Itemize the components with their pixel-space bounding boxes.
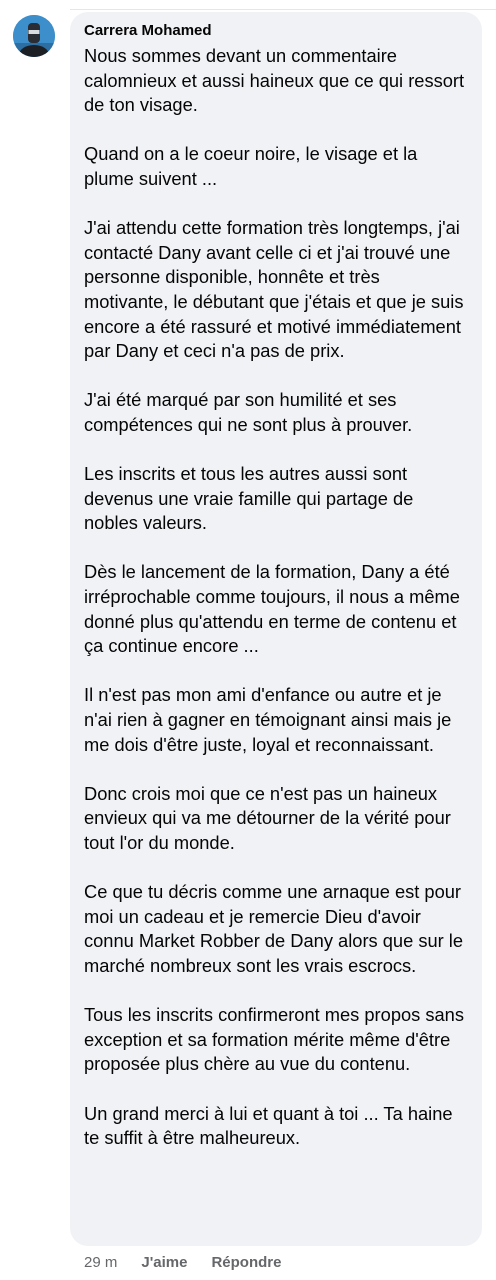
comment-author-name[interactable]: Carrera Mohamed — [84, 22, 468, 42]
author-avatar[interactable] — [13, 15, 55, 57]
comment-paragraph: Les inscrits et tous les autres aussi so… — [84, 463, 414, 534]
like-button[interactable]: J'aime — [141, 1254, 187, 1271]
profile-avatar-icon — [13, 15, 55, 57]
comment-body: Nous sommes devant un commentaire calomn… — [84, 44, 468, 1151]
comment-timestamp[interactable]: 29 m — [84, 1254, 117, 1271]
comment-paragraph: J'ai attendu cette formation très longte… — [84, 217, 464, 362]
reply-button[interactable]: Répondre — [211, 1254, 281, 1271]
comment-paragraph: Quand on a le coeur noire, le visage et … — [84, 143, 418, 189]
comment-paragraph: Dès le lancement de la formation, Dany a… — [84, 561, 460, 657]
comment-paragraph: Tous les inscrits confirmeront mes propo… — [84, 1004, 464, 1075]
comment-paragraph: Ce que tu décris comme une arnaque est p… — [84, 881, 464, 976]
comment-paragraph: Un grand merci à lui et quant à toi ... … — [84, 1102, 453, 1149]
comment-paragraph: Donc crois moi que ce n'est pas un haine… — [84, 782, 451, 853]
comment-paragraph: Il n'est pas mon ami d'enfance ou autre … — [84, 684, 452, 755]
comment-paragraph: J'ai été marqué par son humilité et ses … — [84, 389, 413, 435]
comment-paragraph: Nous sommes devant un commentaire calomn… — [84, 45, 465, 116]
comment-actions-bar: 29 m J'aime Répondre — [84, 1252, 305, 1272]
previous-comment-divider — [70, 0, 496, 10]
comment-bubble: Carrera Mohamed Nous sommes devant un co… — [70, 12, 482, 1246]
